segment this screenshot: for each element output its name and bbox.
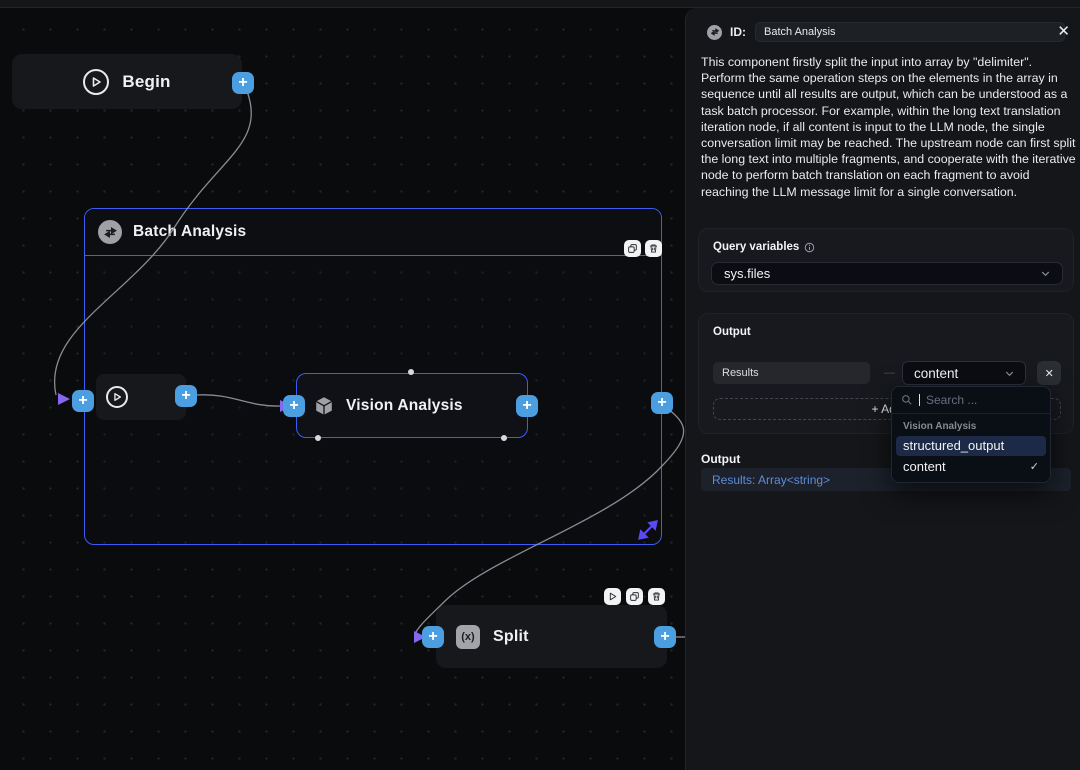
chevron-down-icon — [1003, 367, 1016, 380]
play-circle-icon — [106, 386, 128, 408]
plus-icon: + — [181, 388, 190, 404]
delete-node-button[interactable] — [645, 240, 662, 257]
search-placeholder: Search ... — [926, 393, 977, 407]
copy-icon — [627, 243, 638, 254]
plus-icon: + — [289, 398, 298, 414]
node-id-input[interactable] — [755, 22, 1065, 42]
close-icon: ✕ — [1057, 23, 1070, 40]
copy-node-button[interactable] — [626, 588, 643, 605]
node-description: This component firstly split the input i… — [701, 54, 1079, 200]
variable-dropdown: Search ... Vision Analysis structured_ou… — [891, 386, 1051, 483]
remove-row-button[interactable]: ✕ — [1037, 361, 1061, 385]
chevron-down-icon — [1039, 267, 1052, 280]
handle-start-out[interactable]: + — [175, 385, 197, 407]
plus-icon: + — [660, 629, 669, 645]
window-top-strip — [0, 0, 1080, 8]
cube-icon — [313, 395, 335, 417]
iteration-icon — [707, 25, 722, 40]
node-batch-analysis-header[interactable]: Batch Analysis — [85, 209, 661, 256]
handle-vision-in[interactable]: + — [283, 395, 305, 417]
resize-handle-icon[interactable] — [634, 516, 662, 544]
delete-node-button[interactable] — [648, 588, 665, 605]
node-title: Batch Analysis — [133, 223, 246, 241]
node-title: Vision Analysis — [346, 397, 463, 415]
port-dot-bottom-left[interactable] — [315, 435, 321, 441]
handle-split-in[interactable]: + — [422, 626, 444, 648]
handle-batch-in[interactable]: + — [72, 390, 94, 412]
row-dash: — — [884, 367, 895, 379]
info-icon — [804, 242, 815, 253]
close-icon: ✕ — [1045, 367, 1054, 380]
node-config-panel: ID: ✕ This component firstly split the i… — [685, 8, 1080, 770]
function-x-icon: (x) — [456, 625, 480, 649]
node-title: Begin — [122, 72, 170, 92]
output-section-title: Output — [701, 452, 740, 466]
play-circle-icon — [83, 69, 109, 95]
dropdown-option-structured-output[interactable]: structured_output — [896, 436, 1046, 456]
plus-icon: + — [428, 629, 437, 645]
handle-batch-out[interactable]: + — [651, 392, 673, 414]
handle-split-out[interactable]: + — [654, 626, 676, 648]
plus-icon: + — [522, 398, 531, 414]
node-split[interactable]: (x) Split — [436, 605, 667, 668]
output-card-title: Output — [713, 326, 751, 338]
query-variables-label: Query variables — [713, 241, 815, 253]
port-dot-bottom-right[interactable] — [501, 435, 507, 441]
query-variables-card: Query variables sys.files — [698, 228, 1074, 292]
split-node-toolbar — [604, 588, 665, 605]
plus-icon: + — [78, 393, 87, 409]
dropdown-option-content[interactable]: content ✓ — [892, 456, 1050, 478]
text-caret — [919, 394, 920, 406]
handle-vision-out[interactable]: + — [516, 395, 538, 417]
search-icon — [901, 394, 913, 406]
port-dot-top[interactable] — [408, 369, 414, 375]
plus-icon: + — [238, 75, 247, 91]
trash-icon — [651, 591, 662, 602]
output-variable-row: — content ✕ — [713, 361, 1061, 385]
output-name-input[interactable] — [713, 362, 870, 384]
trash-icon — [648, 243, 659, 254]
panel-header: ID: ✕ — [686, 21, 1080, 43]
iteration-icon — [98, 220, 122, 244]
run-node-button[interactable] — [604, 588, 621, 605]
output-value-select[interactable]: content — [902, 361, 1026, 385]
handle-begin-out[interactable]: + — [232, 72, 254, 94]
plus-icon: + — [657, 395, 666, 411]
batch-node-toolbar — [624, 240, 662, 257]
query-variables-select[interactable]: sys.files — [711, 262, 1063, 285]
variable-search-input[interactable]: Search ... — [892, 387, 1050, 414]
play-icon — [607, 591, 618, 602]
node-title: Split — [493, 628, 529, 646]
close-panel-button[interactable]: ✕ — [1057, 21, 1070, 43]
copy-icon — [629, 591, 640, 602]
node-vision-analysis[interactable]: Vision Analysis — [296, 373, 528, 438]
node-iteration-start[interactable] — [96, 374, 186, 420]
workflow-editor: Batch Analysis Begin — [0, 0, 1080, 770]
copy-node-button[interactable] — [624, 240, 641, 257]
id-label: ID: — [730, 25, 746, 39]
node-begin[interactable]: Begin — [12, 54, 242, 109]
dropdown-group-label: Vision Analysis — [892, 414, 1050, 436]
check-icon: ✓ — [1030, 460, 1039, 473]
